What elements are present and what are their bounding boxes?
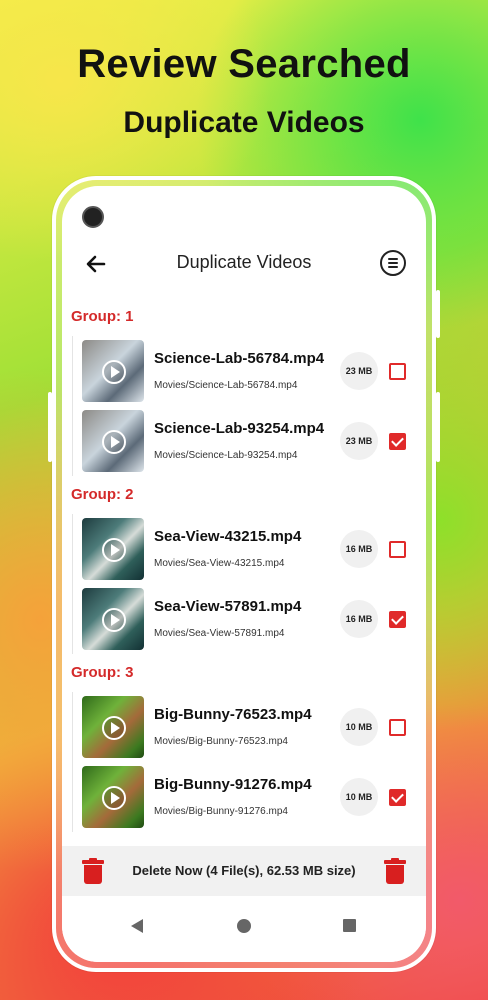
video-thumbnail[interactable] xyxy=(82,696,144,758)
file-path: Movies/Big-Bunny-91276.mp4 xyxy=(154,806,288,817)
delete-now-button[interactable]: Delete Now (4 File(s), 62.53 MB size) xyxy=(102,863,386,878)
list-item[interactable]: Science-Lab-56784.mp4 Movies/Science-Lab… xyxy=(82,340,412,402)
list-item[interactable]: Science-Lab-93254.mp4 Movies/Science-Lab… xyxy=(82,410,412,472)
select-checkbox[interactable] xyxy=(389,541,406,558)
select-checkbox[interactable] xyxy=(389,789,406,806)
play-icon xyxy=(102,716,126,740)
file-name: Science-Lab-56784.mp4 xyxy=(154,350,325,367)
file-size-badge: 16 MB xyxy=(340,530,378,568)
file-size-badge: 23 MB xyxy=(340,422,378,460)
group-label: Group: 2 xyxy=(71,486,134,503)
play-icon xyxy=(102,360,126,384)
system-nav-bar xyxy=(62,896,426,962)
file-name: Sea-View-57891.mp4 xyxy=(154,598,302,615)
file-size-badge: 10 MB xyxy=(340,778,378,816)
file-size-badge: 16 MB xyxy=(340,600,378,638)
file-path: Movies/Big-Bunny-76523.mp4 xyxy=(154,736,288,747)
select-checkbox[interactable] xyxy=(389,719,406,736)
file-path: Movies/Sea-View-57891.mp4 xyxy=(154,628,285,639)
trash-icon[interactable] xyxy=(384,858,406,884)
video-thumbnail[interactable] xyxy=(82,588,144,650)
select-checkbox[interactable] xyxy=(389,433,406,450)
file-path: Movies/Science-Lab-93254.mp4 xyxy=(154,450,298,461)
phone-screen: Duplicate Videos Group: 1 Science-Lab-56… xyxy=(62,186,426,962)
phone-power-button xyxy=(436,290,440,338)
play-icon xyxy=(102,608,126,632)
file-name: Science-Lab-93254.mp4 xyxy=(154,420,325,437)
nav-home-icon[interactable] xyxy=(237,919,251,933)
promo-headline: Review Searched xyxy=(77,42,411,86)
trash-icon-lid xyxy=(82,860,104,864)
group-label: Group: 1 xyxy=(71,308,134,325)
list-item[interactable]: Big-Bunny-76523.mp4 Movies/Big-Bunny-765… xyxy=(82,696,412,758)
trash-icon-can xyxy=(84,865,102,884)
trash-icon[interactable] xyxy=(82,858,104,884)
file-size-badge: 10 MB xyxy=(340,708,378,746)
play-icon xyxy=(102,430,126,454)
app-bar: Duplicate Videos xyxy=(62,244,426,284)
list-menu-icon-line xyxy=(388,266,398,268)
file-name: Sea-View-43215.mp4 xyxy=(154,528,302,545)
video-thumbnail[interactable] xyxy=(82,518,144,580)
nav-back-icon[interactable] xyxy=(131,919,143,933)
front-camera xyxy=(82,206,104,228)
trash-icon-can xyxy=(386,865,404,884)
video-thumbnail[interactable] xyxy=(82,340,144,402)
video-thumbnail[interactable] xyxy=(82,766,144,828)
list-menu-icon-line xyxy=(388,262,398,264)
list-menu-button[interactable] xyxy=(380,250,406,276)
select-checkbox[interactable] xyxy=(389,363,406,380)
group-label: Group: 3 xyxy=(71,664,134,681)
group-divider xyxy=(72,514,73,654)
phone-volume-button xyxy=(436,392,440,462)
play-icon xyxy=(102,538,126,562)
page-title: Duplicate Videos xyxy=(176,252,312,272)
promo-subheadline: Duplicate Videos xyxy=(123,106,365,139)
list-item[interactable]: Sea-View-57891.mp4 Movies/Sea-View-57891… xyxy=(82,588,412,650)
list-item[interactable]: Big-Bunny-91276.mp4 Movies/Big-Bunny-912… xyxy=(82,766,412,828)
file-path: Movies/Science-Lab-56784.mp4 xyxy=(154,380,298,391)
nav-recents-icon[interactable] xyxy=(343,919,356,932)
file-name: Big-Bunny-76523.mp4 xyxy=(154,706,312,723)
list-item[interactable]: Sea-View-43215.mp4 Movies/Sea-View-43215… xyxy=(82,518,412,580)
group-divider xyxy=(72,692,73,832)
play-icon xyxy=(102,786,126,810)
select-checkbox[interactable] xyxy=(389,611,406,628)
trash-icon-lid xyxy=(384,860,406,864)
file-path: Movies/Sea-View-43215.mp4 xyxy=(154,558,285,569)
phone-side-button xyxy=(48,392,52,462)
delete-action-bar: Delete Now (4 File(s), 62.53 MB size) xyxy=(62,846,426,896)
list-menu-icon xyxy=(388,258,398,260)
file-name: Big-Bunny-91276.mp4 xyxy=(154,776,312,793)
group-divider xyxy=(72,336,73,476)
video-thumbnail[interactable] xyxy=(82,410,144,472)
file-size-badge: 23 MB xyxy=(340,352,378,390)
